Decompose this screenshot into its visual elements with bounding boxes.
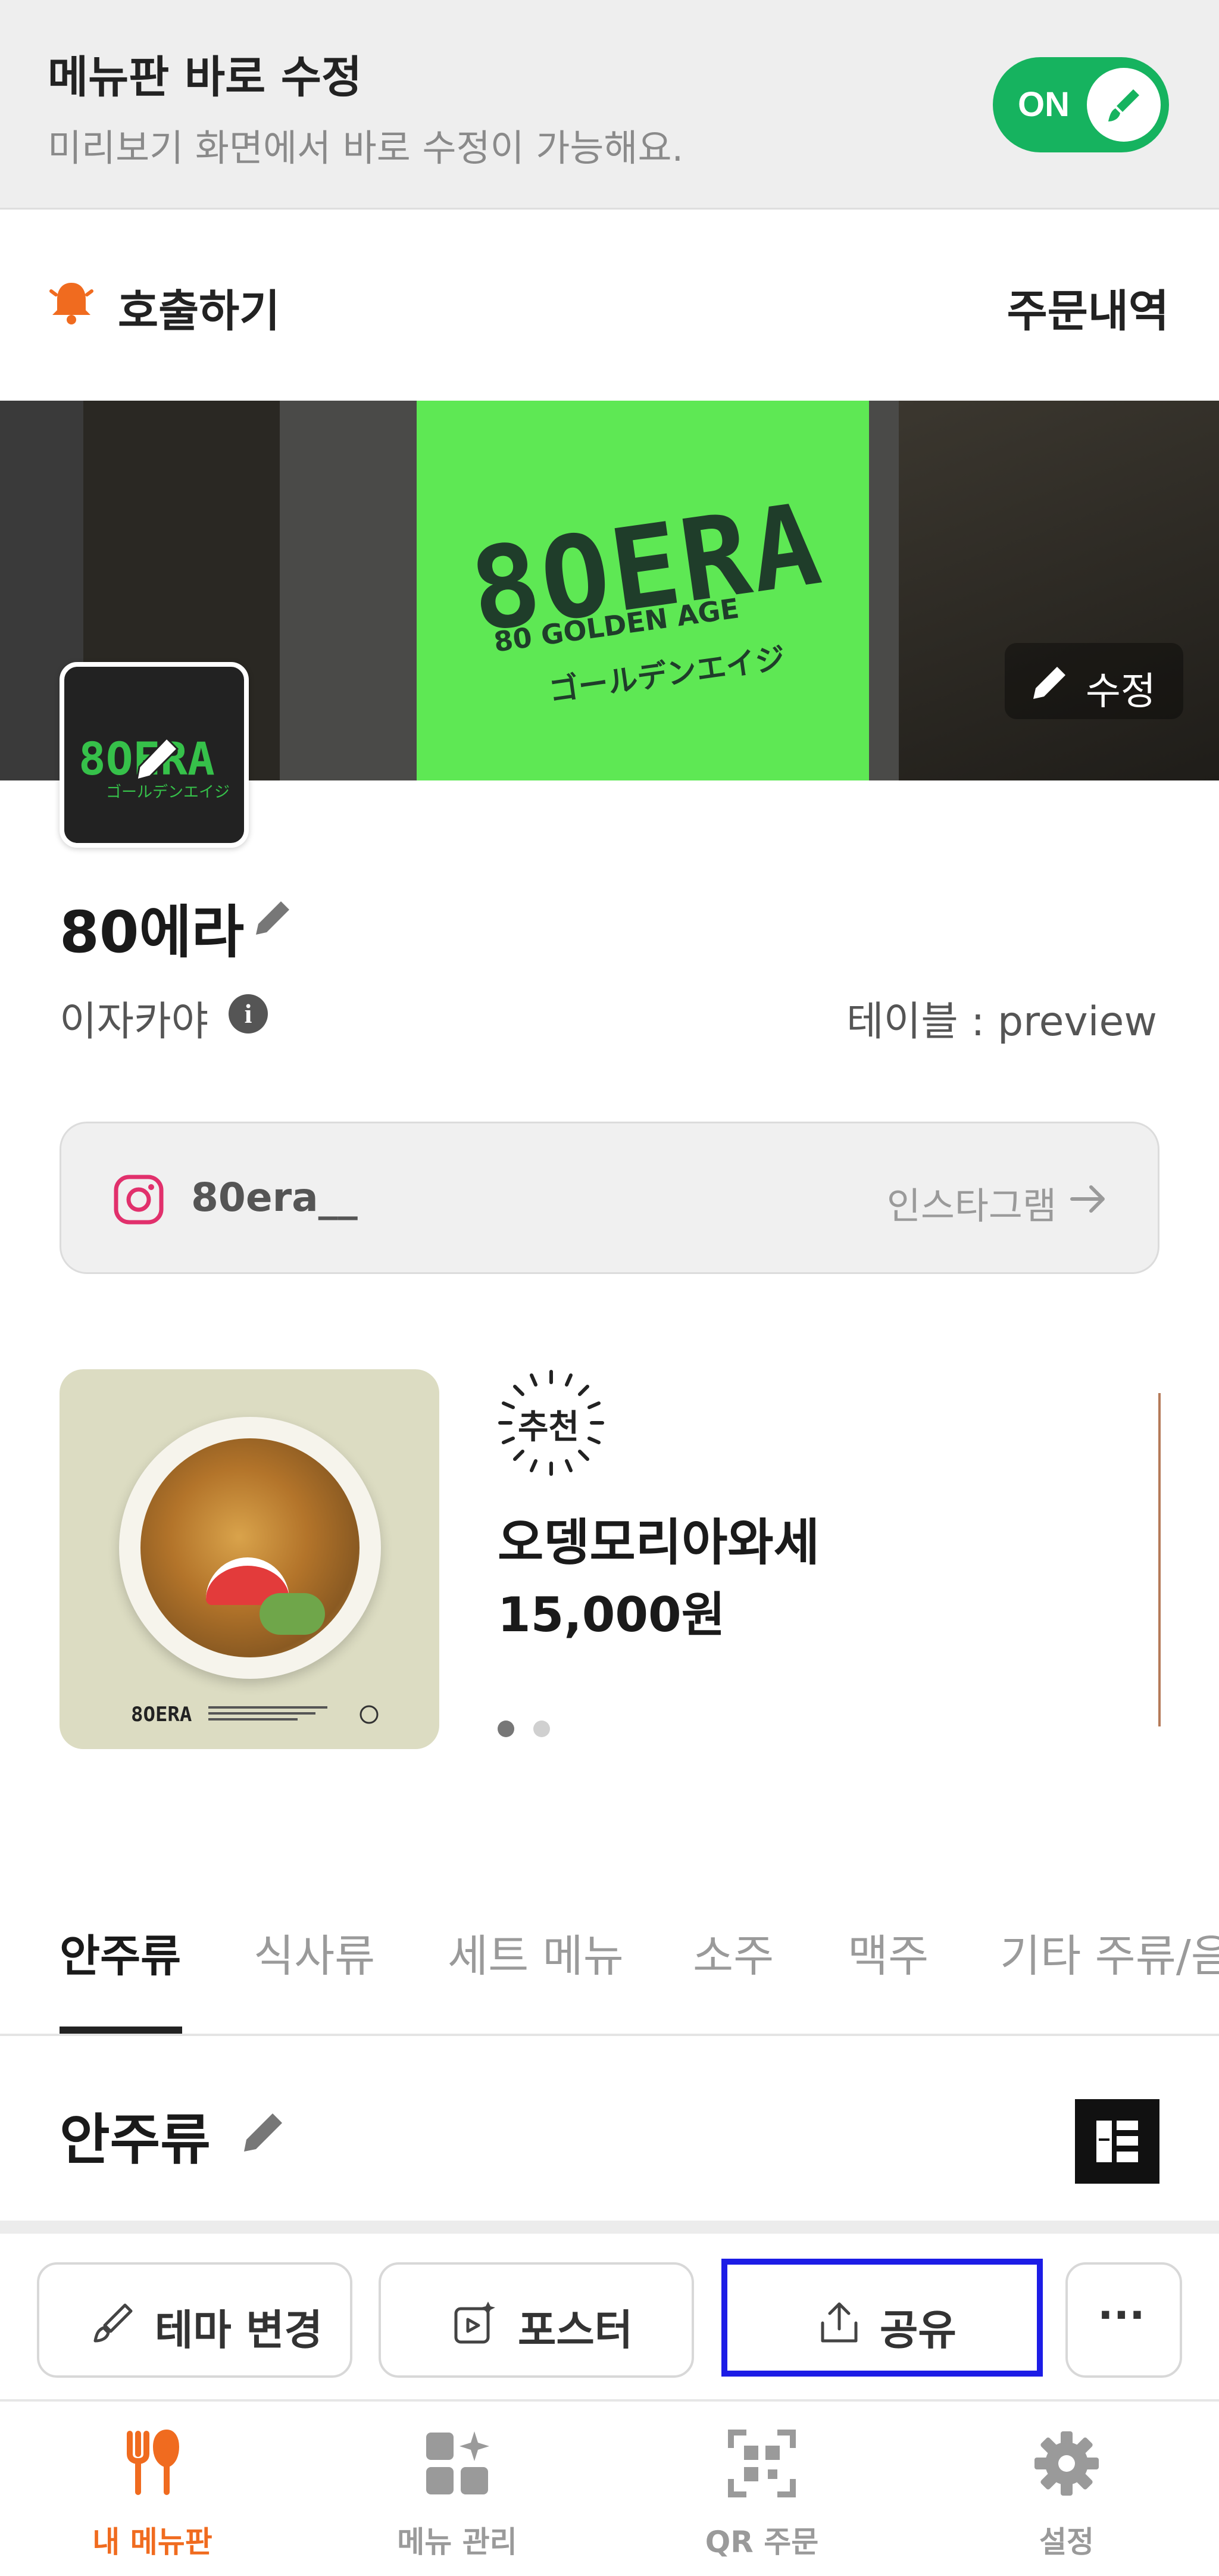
toggle-knob xyxy=(1087,68,1161,142)
list-view-icon xyxy=(1096,2121,1138,2162)
table-label: 테이블 : preview xyxy=(846,998,1157,1045)
bottom-nav: 내 메뉴판 메뉴 관리 QR 주문 설정 xyxy=(0,2399,1219,2576)
brush-icon xyxy=(1108,89,1139,121)
pencil-icon xyxy=(1033,667,1065,699)
nav-menu-management[interactable]: 메뉴 관리 xyxy=(305,2402,610,2576)
tab-anju[interactable]: 안주류 xyxy=(60,1921,181,1984)
store-name: 80에라 xyxy=(60,899,245,966)
nav-menu-management-label: 메뉴 관리 xyxy=(397,2525,517,2559)
info-icon[interactable]: i xyxy=(229,994,268,1033)
featured-item-price: 15,000원 xyxy=(498,1587,726,1643)
share-button-highlight xyxy=(721,2259,1043,2377)
recommended-label: 추천 xyxy=(518,1408,580,1447)
food-bowl xyxy=(119,1417,381,1679)
section-divider xyxy=(0,2221,1219,2234)
inline-edit-toggle[interactable]: ON xyxy=(993,57,1169,152)
inline-edit-title: 메뉴판 바로 수정 xyxy=(48,52,362,103)
edit-cover-button[interactable]: 수정 xyxy=(1005,643,1183,719)
gear-icon xyxy=(1034,2431,1099,2496)
order-history-link[interactable]: 주문내역 xyxy=(1007,276,1169,339)
section-title: 안주류 xyxy=(60,2108,211,2172)
pencil-icon[interactable] xyxy=(250,895,295,941)
carousel-dot-active[interactable] xyxy=(498,1721,514,1737)
tab-other-drinks[interactable]: 기타 주류/음료 xyxy=(1000,1921,1219,1984)
instagram-handle: 80era__ xyxy=(191,1175,358,1220)
featured-item-name[interactable]: 오뎅모리아와세 xyxy=(498,1503,820,1575)
nav-my-menu[interactable]: 내 메뉴판 xyxy=(0,2402,305,2576)
nav-qr-order-label: QR 주문 xyxy=(705,2525,819,2559)
food-bowl-inner xyxy=(140,1438,360,1657)
instagram-link[interactable]: 80era__ 인스타그램 xyxy=(60,1122,1159,1274)
cover-background xyxy=(899,401,1219,780)
tab-set-menu[interactable]: 세트 메뉴 xyxy=(448,1921,624,1984)
inline-edit-bar: 메뉴판 바로 수정 미리보기 화면에서 바로 수정이 가능해요. ON xyxy=(0,0,1219,210)
featured-item-image[interactable]: 8OERA xyxy=(60,1369,439,1749)
category-tabs: 안주류 식사류 세트 메뉴 소주 맥주 기타 주류/음료 xyxy=(0,1893,1219,2036)
view-mode-toggle[interactable] xyxy=(1075,2099,1159,2184)
store-category: 이자카야 xyxy=(60,998,209,1045)
featured-image-brand: 8OERA xyxy=(131,1703,192,1726)
theme-change-button[interactable]: 테마 변경 xyxy=(37,2262,352,2378)
poster-icon xyxy=(454,2302,495,2344)
poster-button[interactable]: 포스터 xyxy=(379,2262,694,2378)
featured-image-fineprint xyxy=(208,1705,379,1724)
pencil-icon xyxy=(136,736,179,782)
next-card-peek xyxy=(1158,1393,1161,1726)
nav-settings-label: 설정 xyxy=(1039,2525,1094,2559)
food-garnish xyxy=(260,1593,325,1635)
call-staff-button[interactable]: 호출하기 xyxy=(118,276,280,339)
qr-scan-icon xyxy=(728,2430,796,2497)
inline-edit-subtitle: 미리보기 화면에서 바로 수정이 가능해요. xyxy=(48,126,684,170)
theme-change-label: 테마 변경 xyxy=(155,2306,323,2355)
more-options-icon: ··· xyxy=(1098,2291,1145,2340)
tab-active-indicator xyxy=(60,2027,182,2034)
grid-sparkle-icon xyxy=(426,2431,489,2494)
more-options-button[interactable]: ··· xyxy=(1065,2262,1182,2378)
instagram-link-label: 인스타그램 xyxy=(886,1184,1057,1228)
edit-cover-label: 수정 xyxy=(1086,670,1156,714)
pencil-icon[interactable] xyxy=(238,2107,288,2157)
tab-meals[interactable]: 식사류 xyxy=(254,1921,375,1984)
bell-icon[interactable] xyxy=(46,277,96,327)
tab-beer[interactable]: 맥주 xyxy=(848,1921,929,1984)
arrow-right-icon xyxy=(1070,1185,1105,1213)
toggle-label: ON xyxy=(1018,85,1070,124)
poster-label: 포스터 xyxy=(518,2306,633,2355)
header-row: 호출하기 주문내역 xyxy=(0,211,1219,401)
fork-knife-icon xyxy=(127,2429,180,2495)
store-logo[interactable]: 8OERA ゴールデンエイジ xyxy=(60,662,249,848)
nav-qr-order[interactable]: QR 주문 xyxy=(610,2402,914,2576)
carousel-dot[interactable] xyxy=(533,1721,550,1737)
nav-settings[interactable]: 설정 xyxy=(914,2402,1219,2576)
tab-soju[interactable]: 소주 xyxy=(693,1921,774,1984)
instagram-icon xyxy=(114,1175,164,1225)
brush-icon xyxy=(93,2303,133,2343)
nav-my-menu-label: 내 메뉴판 xyxy=(92,2525,212,2559)
